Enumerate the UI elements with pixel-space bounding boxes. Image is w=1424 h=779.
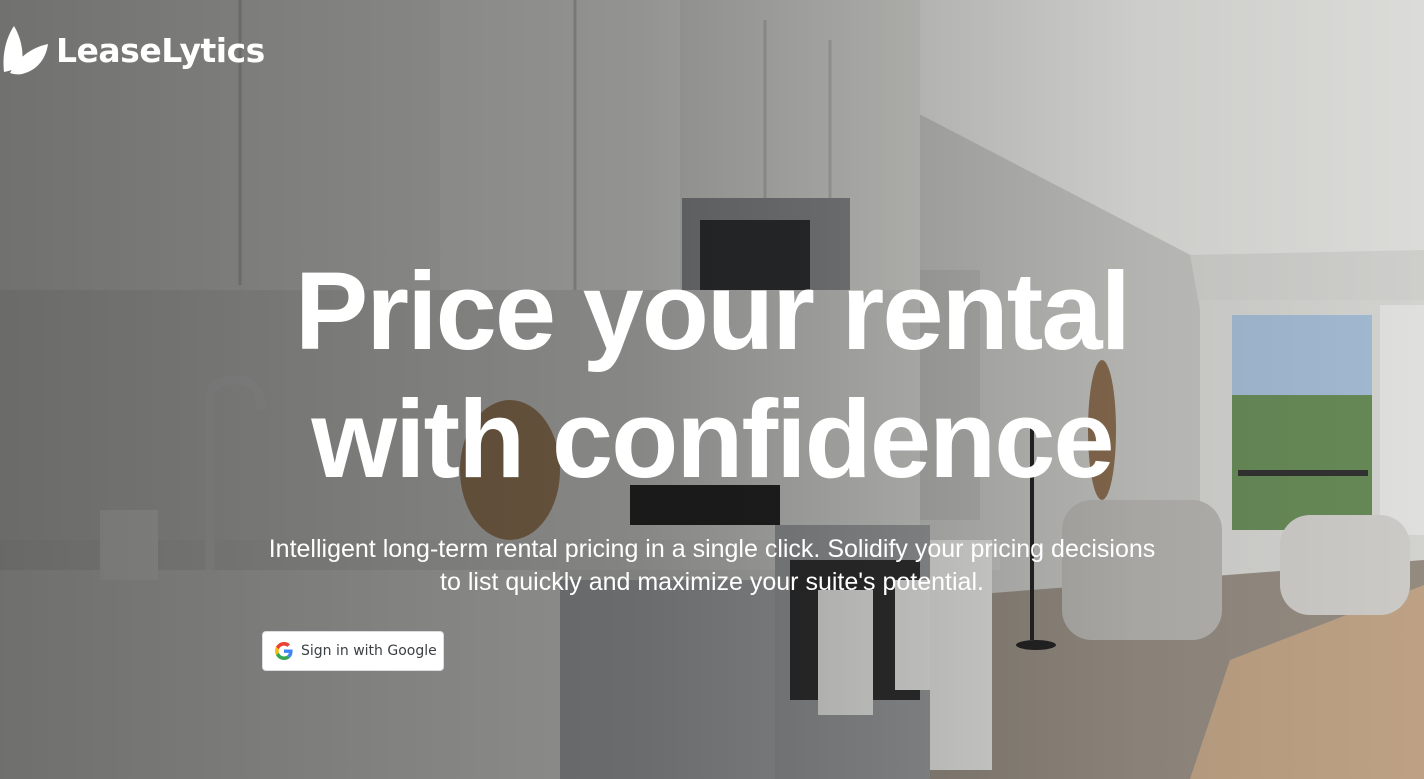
google-sign-in-label: Sign in with Google xyxy=(301,643,437,659)
brand-name: LeaseLytics xyxy=(56,30,265,70)
google-sign-in-button[interactable]: Sign in with Google xyxy=(262,631,444,671)
hero-title-line-2: with confidence xyxy=(311,378,1114,501)
brand-logo[interactable]: LeaseLytics xyxy=(0,24,265,76)
hero-title: Price your rental with confidence xyxy=(0,248,1424,504)
google-g-icon xyxy=(275,642,293,660)
hero-subtitle: Intelligent long-term rental pricing in … xyxy=(268,535,1156,596)
leaf-logo-icon xyxy=(3,26,48,75)
hero-title-line-1: Price your rental xyxy=(294,250,1131,373)
